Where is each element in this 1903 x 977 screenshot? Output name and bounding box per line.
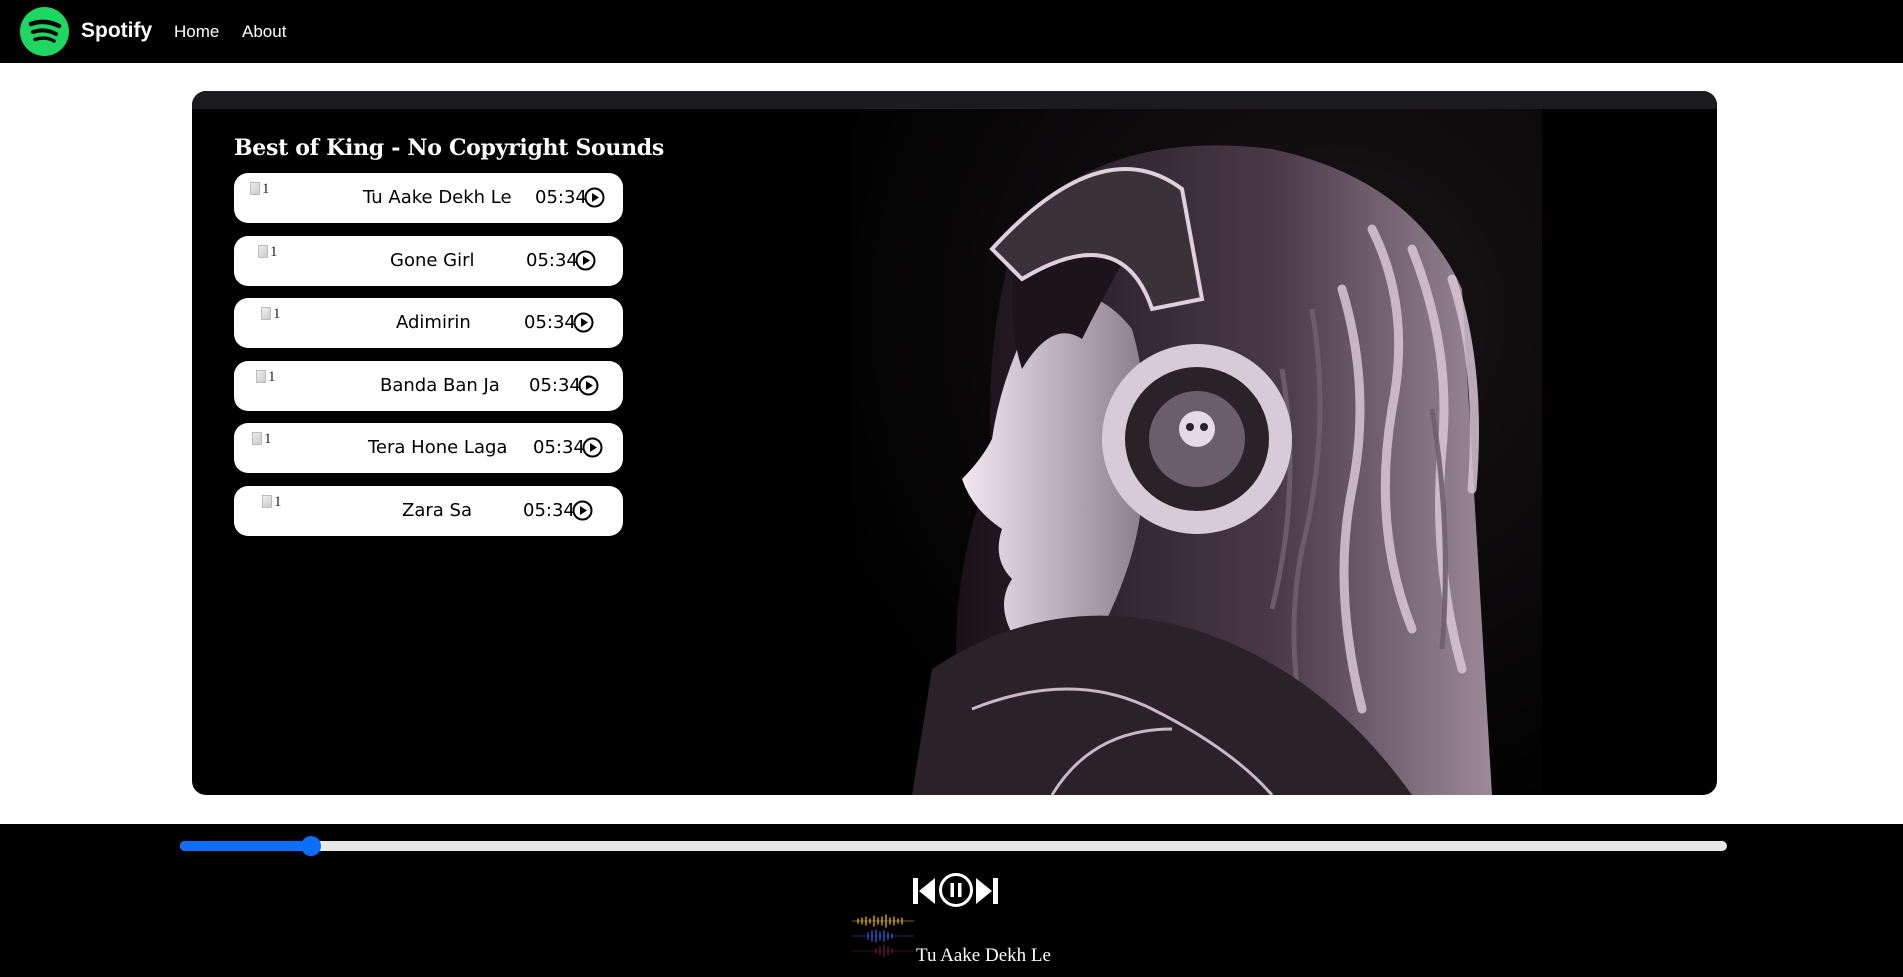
card-header-bar (192, 91, 1717, 109)
progress-fill (180, 841, 312, 851)
player-bar: Tu Aake Dekh Le (0, 824, 1903, 977)
playlist-card: Best of King - No Copyright Sounds 1 Tu … (192, 91, 1717, 795)
song-duration: 05:34 (524, 312, 576, 333)
play-circle-icon[interactable] (578, 375, 599, 396)
next-icon[interactable] (975, 876, 999, 906)
song-item-zara-sa[interactable]: 1 Zara Sa 05:34 (234, 486, 623, 536)
play-circle-icon[interactable] (572, 500, 593, 521)
song-name: Tera Hone Laga (368, 437, 508, 458)
song-thumbnail: 1 (250, 181, 282, 201)
progress-thumb[interactable] (301, 836, 322, 856)
brand-name[interactable]: Spotify (81, 19, 152, 43)
headphones-portrait-image (852, 109, 1542, 795)
song-thumbnail: 1 (258, 244, 290, 264)
song-name: Zara Sa (402, 500, 472, 521)
song-thumbnail: 1 (256, 369, 288, 389)
song-name: Tu Aake Dekh Le (363, 187, 512, 208)
song-item-gone-girl[interactable]: 1 Gone Girl 05:34 (234, 236, 623, 286)
song-thumbnail: 1 (252, 431, 284, 451)
song-duration: 05:34 (526, 250, 578, 271)
song-item-banda-ban-ja[interactable]: 1 Banda Ban Ja 05:34 (234, 361, 623, 411)
song-item-tera-hone-laga[interactable]: 1 Tera Hone Laga 05:34 (234, 423, 623, 473)
song-item-tu-aake-dekh-le[interactable]: 1 Tu Aake Dekh Le 05:34 (234, 173, 623, 223)
song-duration: 05:34 (535, 187, 587, 208)
nav-home-link[interactable]: Home (174, 22, 219, 42)
song-name: Adimirin (396, 312, 471, 333)
playback-controls (912, 872, 998, 908)
nav-about-link[interactable]: About (242, 22, 286, 42)
navbar: Spotify Home About (0, 0, 1903, 63)
play-circle-icon[interactable] (575, 250, 596, 271)
now-playing-title: Tu Aake Dekh Le (916, 945, 1051, 966)
waveform-icon (851, 914, 915, 958)
song-duration: 05:34 (529, 375, 581, 396)
song-item-adimirin[interactable]: 1 Adimirin 05:34 (234, 298, 623, 348)
previous-icon[interactable] (912, 876, 936, 906)
playlist-title: Best of King - No Copyright Sounds (234, 135, 664, 161)
progress-slider[interactable] (180, 836, 1727, 856)
song-duration: 05:34 (533, 437, 585, 458)
play-circle-icon[interactable] (582, 437, 603, 458)
song-name: Banda Ban Ja (380, 375, 500, 396)
play-circle-icon[interactable] (584, 187, 605, 208)
song-thumbnail: 1 (262, 494, 294, 514)
song-duration: 05:34 (523, 500, 575, 521)
play-circle-icon[interactable] (573, 312, 594, 333)
song-thumbnail: 1 (261, 306, 293, 326)
spotify-logo-icon[interactable] (20, 7, 69, 56)
pause-icon[interactable] (938, 872, 974, 908)
song-name: Gone Girl (390, 250, 475, 271)
